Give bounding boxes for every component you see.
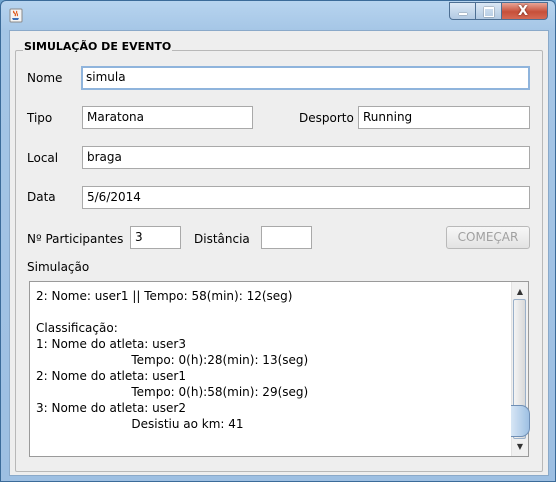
- tipo-label: Tipo: [27, 111, 53, 125]
- simulation-output[interactable]: 2: Nome: user1 || Tempo: 58(min): 12(seg…: [29, 281, 530, 457]
- desporto-label: Desporto: [299, 111, 354, 125]
- scroll-up-icon[interactable]: ▲: [512, 284, 528, 299]
- scroll-knob-icon[interactable]: [511, 405, 530, 437]
- data-label: Data: [27, 190, 56, 204]
- distancia-label: Distância: [194, 232, 250, 246]
- tipo-field[interactable]: Maratona: [82, 106, 253, 129]
- start-button[interactable]: COMEÇAR: [446, 226, 530, 249]
- simulation-text: 2: Nome: user1 || Tempo: 58(min): 12(seg…: [36, 288, 508, 456]
- nome-label: Nome: [27, 71, 63, 85]
- java-cup-icon: [9, 8, 23, 23]
- scroll-down-icon[interactable]: ▼: [512, 439, 528, 454]
- simulation-line: Classificação:: [36, 321, 118, 335]
- distancia-field[interactable]: [261, 226, 312, 249]
- simulation-line: Tempo: 0(h):28(min): 13(seg): [36, 353, 309, 367]
- maximize-button[interactable]: [476, 2, 502, 20]
- close-icon: X: [518, 4, 529, 19]
- app-window: X SIMULAÇÃO DE EVENTO Nome simula Tipo M…: [0, 0, 556, 482]
- simulation-line: 2: Nome: user1 || Tempo: 58(min): 12(seg…: [36, 289, 293, 303]
- simulation-line: Desistiu ao km: 41: [36, 417, 244, 431]
- close-button[interactable]: X: [502, 2, 548, 20]
- event-simulation-panel: SIMULAÇÃO DE EVENTO Nome simula Tipo Mar…: [9, 30, 549, 476]
- nome-field[interactable]: simula: [81, 66, 530, 90]
- simulation-label: Simulação: [27, 260, 90, 274]
- simulation-line: 3: Nome do atleta: user2: [36, 401, 186, 415]
- participantes-field[interactable]: 3: [130, 226, 181, 249]
- panel-title: SIMULAÇÃO DE EVENTO: [23, 40, 173, 53]
- desporto-field[interactable]: Running: [358, 106, 530, 129]
- data-field[interactable]: 5/6/2014: [82, 186, 530, 209]
- simulation-line: 2: Nome do atleta: user1: [36, 369, 186, 383]
- simulation-line: Tempo: 0(h):58(min): 29(seg): [36, 385, 309, 399]
- simulation-line: 1: Nome do atleta: user3: [36, 337, 186, 351]
- minimize-button[interactable]: [449, 2, 476, 20]
- title-bar[interactable]: X: [1, 1, 555, 29]
- local-label: Local: [27, 151, 59, 165]
- participantes-label: Nº Participantes: [27, 232, 124, 246]
- vertical-scrollbar[interactable]: ▲ ▼: [511, 282, 530, 456]
- simulation-line: [36, 304, 508, 320]
- local-field[interactable]: braga: [82, 146, 530, 169]
